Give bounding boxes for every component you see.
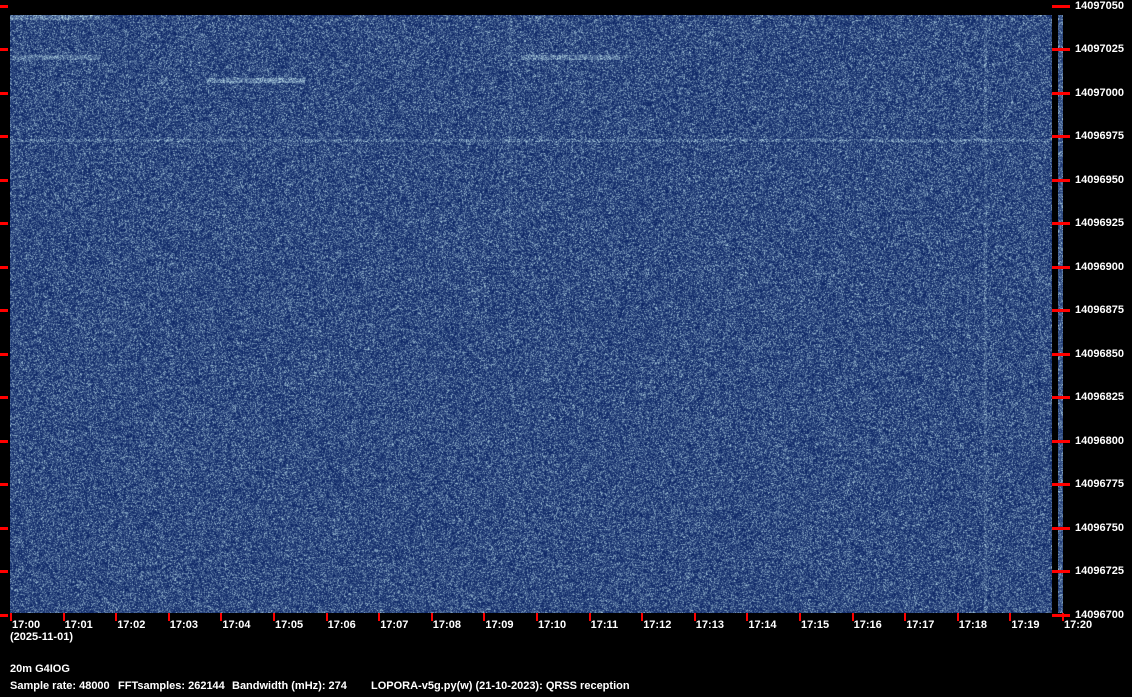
station-label: 20m G4IOG [10,663,70,675]
freq-label: 14096950 [1075,174,1124,186]
time-label: 17:16 [854,619,882,631]
freq-tick-left [0,266,8,269]
freq-tick-right [1052,135,1070,138]
freq-tick-right [1052,309,1070,312]
date-label: (2025-11-01) [10,631,73,643]
freq-tick-right [1052,483,1070,486]
time-label: 17:19 [1011,619,1039,631]
freq-tick-left [0,353,8,356]
time-label: 17:02 [117,619,145,631]
freq-tick-right [1052,266,1070,269]
time-label: 17:12 [643,619,671,631]
freq-label: 14096900 [1075,261,1124,273]
time-label: 17:00 [12,619,40,631]
time-label: 17:03 [170,619,198,631]
freq-tick-left [0,396,8,399]
freq-tick-right [1052,570,1070,573]
freq-tick-right [1052,5,1070,8]
time-label: 17:13 [696,619,724,631]
freq-label: 14096725 [1075,565,1124,577]
freq-tick-left [0,570,8,573]
freq-label: 14097025 [1075,43,1124,55]
time-label: 17:08 [433,619,461,631]
level-strip [1058,15,1063,613]
fft-samples: FFTsamples: 262144 [118,680,225,692]
freq-tick-left [0,5,8,8]
time-label: 17:01 [65,619,93,631]
freq-label: 14097050 [1075,0,1124,12]
freq-label: 14096875 [1075,304,1124,316]
freq-tick-right [1052,48,1070,51]
freq-tick-right [1052,527,1070,530]
freq-tick-left [0,222,8,225]
time-label: 17:14 [748,619,776,631]
time-label: 17:11 [591,619,619,631]
time-label: 17:20 [1064,619,1092,631]
time-label: 17:07 [380,619,408,631]
bandwidth: Bandwidth (mHz): 274 [232,680,347,692]
freq-tick-left [0,527,8,530]
freq-tick-right [1052,92,1070,95]
freq-tick-right [1052,222,1070,225]
sample-rate: Sample rate: 48000 [10,680,110,692]
freq-tick-left [0,309,8,312]
time-label: 17:05 [275,619,303,631]
freq-tick-right [1052,179,1070,182]
freq-label: 14096975 [1075,130,1124,142]
freq-label: 14096800 [1075,435,1124,447]
freq-tick-right [1052,396,1070,399]
time-label: 17:18 [959,619,987,631]
time-label: 17:04 [222,619,250,631]
time-label: 17:15 [801,619,829,631]
freq-label: 14097000 [1075,87,1124,99]
freq-tick-right [1052,440,1070,443]
time-label: 17:06 [328,619,356,631]
freq-label: 14096750 [1075,522,1124,534]
freq-label: 14096825 [1075,391,1124,403]
freq-tick-right [1052,353,1070,356]
freq-tick-left [0,135,8,138]
freq-tick-right [1052,614,1070,617]
freq-label: 14096775 [1075,478,1124,490]
freq-tick-left [0,440,8,443]
time-label: 17:09 [485,619,513,631]
time-label: 17:17 [906,619,934,631]
freq-label: 14096850 [1075,348,1124,360]
freq-tick-left [0,483,8,486]
time-label: 17:10 [538,619,566,631]
freq-tick-left [0,614,8,617]
freq-tick-left [0,92,8,95]
freq-label: 14096925 [1075,217,1124,229]
waterfall-spectrogram [10,15,1052,613]
software-info: LOPORA-v5g.py(w) (21-10-2023): QRSS rece… [371,680,630,692]
freq-tick-left [0,179,8,182]
freq-tick-left [0,48,8,51]
